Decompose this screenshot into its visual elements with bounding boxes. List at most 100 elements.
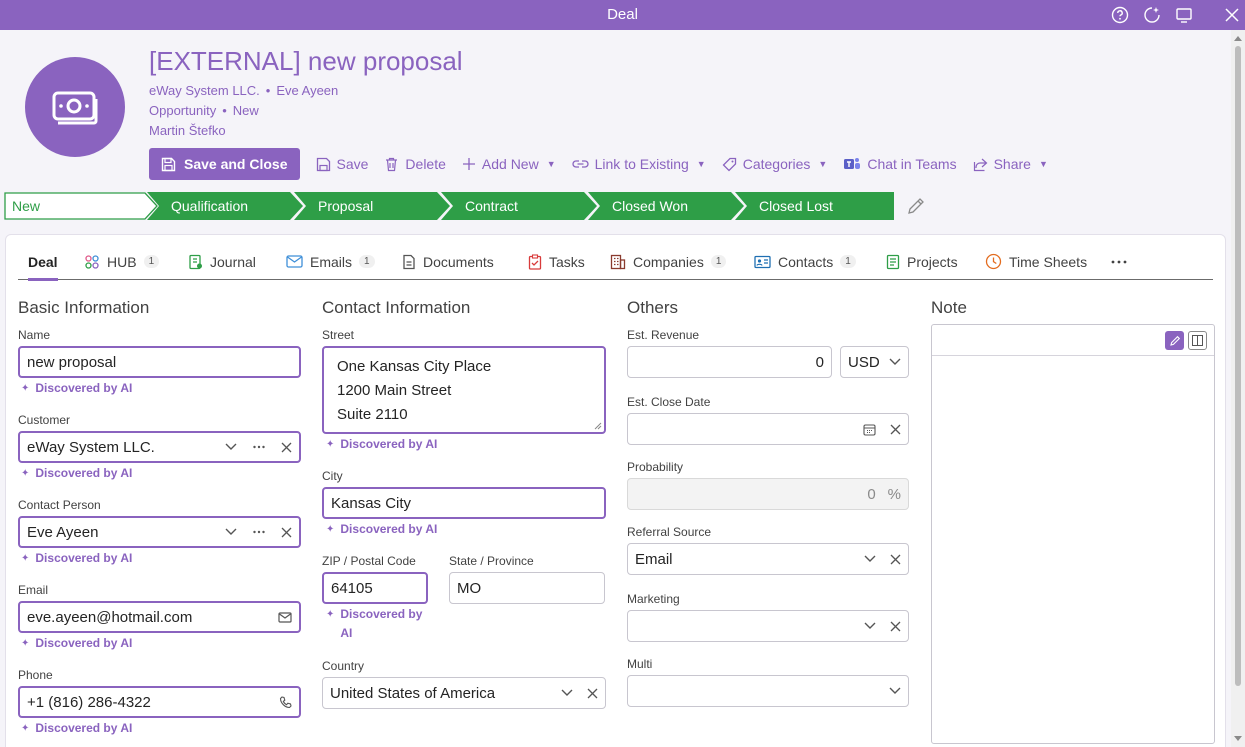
trash-icon <box>386 157 398 171</box>
vertical-scrollbar[interactable] <box>1231 30 1245 747</box>
calendar-icon[interactable] <box>863 423 876 436</box>
clear-icon[interactable] <box>890 621 901 632</box>
chevron-down-icon[interactable] <box>864 555 876 563</box>
more-icon[interactable] <box>253 445 265 449</box>
monitor-icon[interactable] <box>1174 5 1194 25</box>
chevron-down-icon: ▼ <box>1038 159 1048 169</box>
scroll-up-icon[interactable] <box>1234 36 1242 41</box>
more-tabs-icon[interactable] <box>1111 243 1127 280</box>
marketing-select[interactable] <box>627 610 909 642</box>
categories-button[interactable]: Categories ▼ <box>722 156 827 172</box>
split-view-icon[interactable] <box>1188 331 1207 350</box>
header-contact-link[interactable]: Eve Ayeen <box>276 83 338 98</box>
edit-mode-pencil-icon[interactable] <box>1165 331 1184 350</box>
close-date-picker[interactable] <box>627 413 909 445</box>
share-button[interactable]: Share ▼ <box>973 156 1048 172</box>
chevron-down-icon[interactable] <box>889 687 901 695</box>
whats-new-icon[interactable] <box>1142 5 1162 25</box>
stage-contract[interactable]: Contract <box>441 192 598 220</box>
stage-closed-lost[interactable]: Closed Lost <box>735 192 894 220</box>
header-type: Opportunity • New <box>149 103 259 118</box>
currency-value: USD <box>848 353 879 371</box>
tab-tasks[interactable]: Tasks <box>528 243 585 280</box>
revenue-input[interactable]: 0 <box>627 346 832 378</box>
email-field[interactable]: eve.ayeen@hotmail.com <box>18 601 301 633</box>
customer-lookup[interactable]: eWay System LLC. <box>18 431 301 463</box>
country-select[interactable]: United States of America <box>322 677 606 709</box>
chevron-down-icon[interactable] <box>225 443 237 451</box>
clear-icon[interactable] <box>890 554 901 565</box>
resize-handle-icon[interactable] <box>594 422 602 430</box>
link-existing-button[interactable]: Link to Existing ▼ <box>572 156 706 172</box>
tab-hub[interactable]: HUB 1 <box>84 243 160 280</box>
stage-qualification[interactable]: Qualification <box>147 192 304 220</box>
tag-icon <box>722 157 736 171</box>
tab-label: Time Sheets <box>1009 253 1088 270</box>
scroll-down-icon[interactable] <box>1234 736 1242 741</box>
ai-hint-zip: ✦ Discovered by AI <box>326 605 422 643</box>
header-owner[interactable]: Martin Štefko <box>149 123 226 138</box>
phone-field[interactable]: +1 (816) 286-4322 <box>18 686 301 718</box>
edit-stages-pencil-icon[interactable] <box>906 196 926 221</box>
tab-emails[interactable]: Emails 1 <box>286 243 375 280</box>
save-button[interactable]: Save <box>316 156 368 172</box>
tab-journal[interactable]: Journal <box>188 243 256 280</box>
sparkle-icon: ✦ <box>21 553 30 564</box>
ai-hint-zip-line2: AI <box>340 626 353 640</box>
clear-icon[interactable] <box>281 442 292 453</box>
clear-icon[interactable] <box>890 424 901 435</box>
currency-select[interactable]: USD <box>840 346 909 378</box>
tab-label: Companies <box>633 253 704 270</box>
money-icon <box>52 91 98 125</box>
task-icon <box>528 253 542 270</box>
help-icon[interactable] <box>1110 5 1130 25</box>
close-icon[interactable] <box>1222 5 1242 25</box>
scrollbar-thumb[interactable] <box>1235 46 1241 686</box>
city-input[interactable]: Kansas City <box>322 487 606 519</box>
state-input[interactable]: MO <box>449 572 605 604</box>
stage-closed-won[interactable]: Closed Won <box>588 192 745 220</box>
header-customer-link[interactable]: eWay System LLC. <box>149 83 260 98</box>
save-and-close-button[interactable]: Save and Close <box>149 148 300 180</box>
save-and-close-label: Save and Close <box>184 156 288 172</box>
chevron-down-icon: ▼ <box>696 159 706 169</box>
tab-companies[interactable]: Companies 1 <box>610 243 727 280</box>
referral-select[interactable]: Email <box>627 543 909 575</box>
stage-new[interactable]: New <box>4 192 159 220</box>
email-value: eve.ayeen@hotmail.com <box>27 608 193 626</box>
clear-icon[interactable] <box>281 527 292 538</box>
name-input[interactable]: new proposal <box>18 346 301 378</box>
delete-button[interactable]: Delete <box>384 156 446 172</box>
tab-projects[interactable]: Projects <box>886 243 958 280</box>
tab-contacts[interactable]: Contacts 1 <box>754 243 856 280</box>
sparkle-icon: ✦ <box>21 468 30 479</box>
add-new-button[interactable]: Add New ▼ <box>462 156 556 172</box>
chevron-down-icon[interactable] <box>225 528 237 536</box>
more-icon[interactable] <box>253 530 265 534</box>
clear-icon[interactable] <box>587 688 598 699</box>
sparkle-icon: ✦ <box>21 383 30 394</box>
phone-icon[interactable] <box>279 695 292 709</box>
multi-select[interactable] <box>627 675 909 707</box>
zip-input[interactable]: 64105 <box>322 572 428 604</box>
stage-proposal[interactable]: Proposal <box>294 192 451 220</box>
chevron-down-icon[interactable] <box>864 622 876 630</box>
chat-in-teams-button[interactable]: Chat in Teams <box>843 156 957 172</box>
city-value: Kansas City <box>331 494 412 512</box>
note-title: Note <box>931 298 967 317</box>
tab-deal[interactable]: Deal <box>28 243 58 281</box>
note-editor[interactable] <box>931 324 1215 744</box>
ai-hint-label: Discovered by AI <box>35 466 133 480</box>
ai-hint-name: ✦ Discovered by AI <box>21 379 132 398</box>
tab-documents[interactable]: Documents <box>402 243 494 280</box>
mail-icon[interactable] <box>278 611 292 623</box>
categories-label: Categories <box>742 156 811 172</box>
contact-person-lookup[interactable]: Eve Ayeen <box>18 516 301 548</box>
tab-time-sheets[interactable]: Time Sheets <box>985 243 1087 280</box>
close-date-label: Est. Close Date <box>627 395 711 409</box>
chevron-down-icon[interactable] <box>889 358 901 366</box>
probability-value: 0 <box>867 485 876 503</box>
sparkle-icon: ✦ <box>21 723 30 734</box>
street-textarea[interactable]: One Kansas City Place 1200 Main Street S… <box>322 346 606 434</box>
chevron-down-icon[interactable] <box>561 689 573 697</box>
